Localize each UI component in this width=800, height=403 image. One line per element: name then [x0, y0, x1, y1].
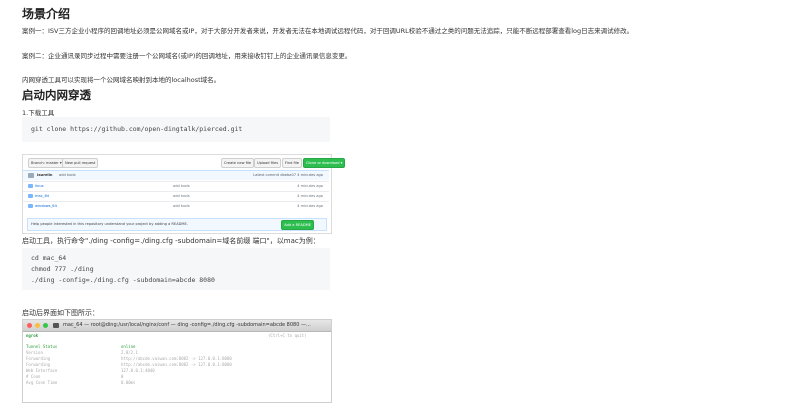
cmd-line: chmod 777 ./ding [31, 265, 94, 273]
terminal-value: http://abcde.vaiwan.com:8082 -> 127.0.0.… [121, 362, 232, 367]
terminal-key: Web Interface [26, 368, 58, 373]
terminal-key: # Conn [26, 374, 41, 379]
terminal-key: Tunnel Status [26, 344, 58, 349]
commit-message: add tools [59, 173, 76, 177]
terminal-titlebar: mac_64 — root@ding:/usr/local/nginx/conf… [23, 320, 331, 332]
folder-icon [28, 194, 33, 198]
step-download-text: 1.下载工具 [22, 109, 55, 117]
terminal-key: Version [26, 350, 43, 355]
readme-text: Help people interested in this repositor… [31, 222, 188, 226]
file-name[interactable]: linux [35, 182, 44, 191]
branch-button[interactable]: Branch: master ▾ [28, 158, 65, 168]
terminal-quit-hint: (Ctrl+C to quit) [268, 333, 307, 338]
folder-icon [28, 184, 33, 188]
add-readme-button[interactable]: Add a README [281, 220, 314, 230]
commit-time: Latest commit dbeba07 4 minutes ago [253, 173, 323, 177]
folder-icon [53, 323, 59, 328]
terminal-key: Forwarding [26, 356, 51, 361]
section-title-tunnel: 启动内网穿透 [22, 88, 91, 102]
close-icon[interactable] [27, 323, 32, 328]
step-start-text: 启动工具，执行命令"./ding -config=./ding.cfg -sub… [22, 237, 320, 245]
file-commit: add tools [173, 184, 190, 188]
latest-commit-bar: laurelin add tools Latest commit dbeba07… [23, 170, 329, 180]
terminal-key: Avg Conn Time [26, 380, 58, 385]
terminal-value: http://abcde.vaiwan.com:8082 -> 127.0.0.… [121, 356, 232, 361]
zoom-icon[interactable] [43, 323, 48, 328]
terminal-value: 0.00ms [121, 380, 136, 385]
terminal-value: 0 [121, 374, 124, 379]
terminal-value: online [121, 344, 136, 349]
folder-icon [28, 204, 33, 208]
file-commit: add tools [173, 194, 190, 198]
file-age: 4 minutes ago [297, 184, 323, 188]
tunnel-note-text: 内网穿透工具可以实现将一个公网域名映射到本地的localhost域名。 [22, 76, 221, 84]
step-result-text: 启动后界面如下图所示： [22, 309, 99, 317]
clone-command: git clone https://github.com/open-dingta… [31, 125, 243, 133]
terminal-app-name: ngrok [26, 333, 39, 338]
clone-code-block: git clone https://github.com/open-dingta… [22, 117, 330, 142]
start-code-block: cd mac_64 chmod 777 ./ding ./ding -confi… [22, 248, 330, 290]
case-two-text: 案例二：企业通讯录同步过程中需要注册一个公网域名(或IP)的回调地址，用来接收钉… [22, 52, 352, 60]
terminal-value: 127.0.0.1:4040 [121, 368, 155, 373]
cmd-line: cd mac_64 [31, 254, 67, 262]
file-age: 4 minutes ago [297, 204, 323, 208]
create-file-button[interactable]: Create new file [221, 158, 255, 168]
case-one-text: 案例一：ISV三方企业小程序的回调地址必须是公网域名或IP，对于大部分开发者来说… [22, 27, 634, 35]
minimize-icon[interactable] [35, 323, 40, 328]
terminal-value: 2.0/2.1 [121, 350, 138, 355]
commit-user[interactable]: laurelin [37, 171, 52, 180]
file-commit: add tools [173, 204, 190, 208]
find-file-button[interactable]: Find file [282, 158, 302, 168]
file-name[interactable]: mac_64 [35, 192, 49, 201]
avatar [28, 173, 34, 178]
terminal-title: mac_64 — root@ding:/usr/local/nginx/conf… [63, 322, 311, 328]
terminal-screenshot: mac_64 — root@ding:/usr/local/nginx/conf… [22, 319, 332, 403]
terminal-key: Forwarding [26, 362, 51, 367]
file-row[interactable]: windows_64 add tools 4 minutes ago [23, 201, 329, 211]
cmd-line: ./ding -config=./ding.cfg -subdomain=abc… [31, 276, 215, 284]
file-name[interactable]: windows_64 [35, 202, 57, 211]
file-row[interactable]: mac_64 add tools 4 minutes ago [23, 191, 329, 201]
readme-banner: Help people interested in this repositor… [27, 218, 327, 231]
github-repo-screenshot: Branch: master ▾ New pull request Create… [22, 154, 346, 234]
file-age: 4 minutes ago [297, 194, 323, 198]
section-title-scenario: 场景介绍 [22, 7, 71, 21]
new-pull-request-button[interactable]: New pull request [62, 158, 99, 168]
file-row[interactable]: linux add tools 4 minutes ago [23, 181, 329, 191]
clone-download-button[interactable]: Clone or download ▾ [303, 158, 346, 168]
upload-files-button[interactable]: Upload files [254, 158, 282, 168]
